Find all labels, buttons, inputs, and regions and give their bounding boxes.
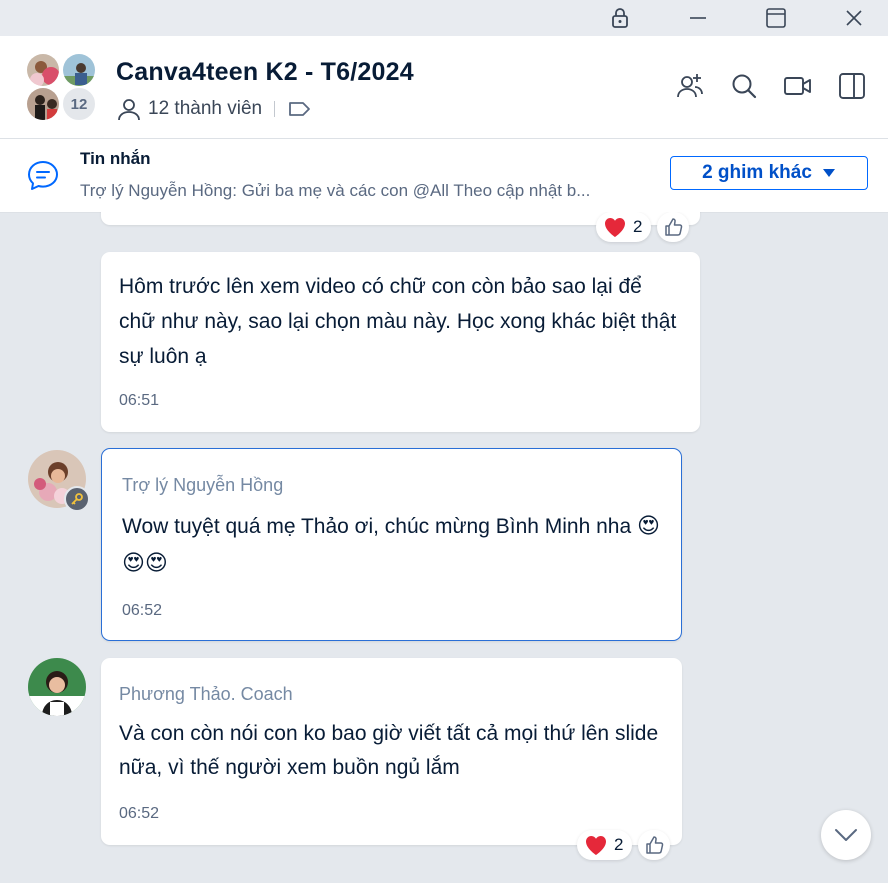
window-titlebar — [0, 0, 888, 36]
like-icon[interactable] — [638, 830, 671, 860]
message-reactions: 2 — [596, 212, 690, 242]
chat-bubble-icon — [26, 159, 60, 198]
more-pins-label: 2 ghim khác — [702, 162, 812, 183]
pinned-message-bar[interactable]: Tin nhắn Trợ lý Nguyễn Hồng: Gửi ba mẹ v… — [0, 139, 888, 213]
divider — [274, 101, 276, 117]
group-avatar[interactable]: 12 — [25, 52, 99, 124]
key-icon — [64, 486, 90, 512]
message-bubble[interactable]: Hôm trước lên xem video có chữ con còn b… — [101, 252, 700, 432]
member-avatar — [25, 86, 61, 122]
sender-name: Phương Thảo. Coach — [119, 684, 293, 704]
search-icon[interactable] — [728, 70, 760, 102]
member-avatar — [25, 52, 61, 88]
message-list[interactable]: 2 Hôm trước lên xem video có chữ con còn… — [0, 212, 888, 883]
lock-icon[interactable] — [595, 0, 645, 36]
caret-down-icon — [822, 169, 835, 177]
members-info[interactable]: 12 thành viên — [116, 96, 313, 122]
message-time: 06:52 — [122, 602, 163, 619]
scroll-to-bottom-button[interactable] — [821, 810, 871, 860]
pinned-preview: Trợ lý Nguyễn Hồng: Gửi ba mẹ và các con… — [80, 181, 591, 200]
like-icon[interactable] — [657, 212, 690, 242]
minimize-icon[interactable] — [673, 0, 723, 36]
add-member-icon[interactable] — [674, 70, 706, 102]
pinned-title: Tin nhắn — [80, 149, 151, 168]
group-title[interactable]: Canva4teen K2 - T6/2024 — [116, 58, 414, 87]
chevron-down-icon — [835, 829, 857, 841]
message-reactions: 2 — [577, 830, 671, 860]
heart-icon — [605, 218, 625, 237]
sender-name: Trợ lý Nguyễn Hồng — [122, 475, 284, 495]
heart-icon — [586, 836, 606, 855]
message-bubble[interactable]: Phương Thảo. Coach Và con còn nói con ko… — [101, 658, 682, 845]
sender-avatar[interactable] — [28, 658, 86, 716]
message-text: Và con còn nói con ko bao giờ viết tất c… — [119, 722, 659, 779]
members-label: 12 thành viên — [148, 98, 263, 119]
user-icon — [118, 99, 140, 121]
video-call-icon[interactable] — [782, 70, 814, 102]
tag-icon[interactable] — [287, 99, 313, 119]
more-pins-button[interactable]: 2 ghim khác — [670, 156, 868, 190]
sidebar-toggle-icon[interactable] — [836, 70, 868, 102]
maximize-icon[interactable] — [751, 0, 801, 36]
reaction-pill[interactable]: 2 — [596, 212, 652, 242]
close-icon[interactable] — [829, 0, 879, 36]
message-text: Hôm trước lên xem video có chữ con còn b… — [119, 275, 677, 368]
reaction-count: 2 — [633, 217, 643, 236]
conversation-header: 12 Canva4teen K2 - T6/2024 12 thành viên — [0, 36, 888, 139]
message-bubble-selected[interactable]: Trợ lý Nguyễn Hồng Wow tuyệt quá mẹ Thảo… — [101, 448, 682, 641]
message-text: Wow tuyệt quá mẹ Thảo ơi, chúc mừng Bình… — [122, 515, 632, 538]
message-time: 06:52 — [119, 805, 160, 822]
reaction-count: 2 — [614, 835, 624, 854]
member-avatar — [61, 52, 97, 88]
header-actions — [674, 70, 868, 102]
member-count-badge: 12 — [61, 86, 97, 122]
message-time: 06:51 — [119, 392, 160, 409]
reaction-pill[interactable]: 2 — [577, 830, 633, 860]
